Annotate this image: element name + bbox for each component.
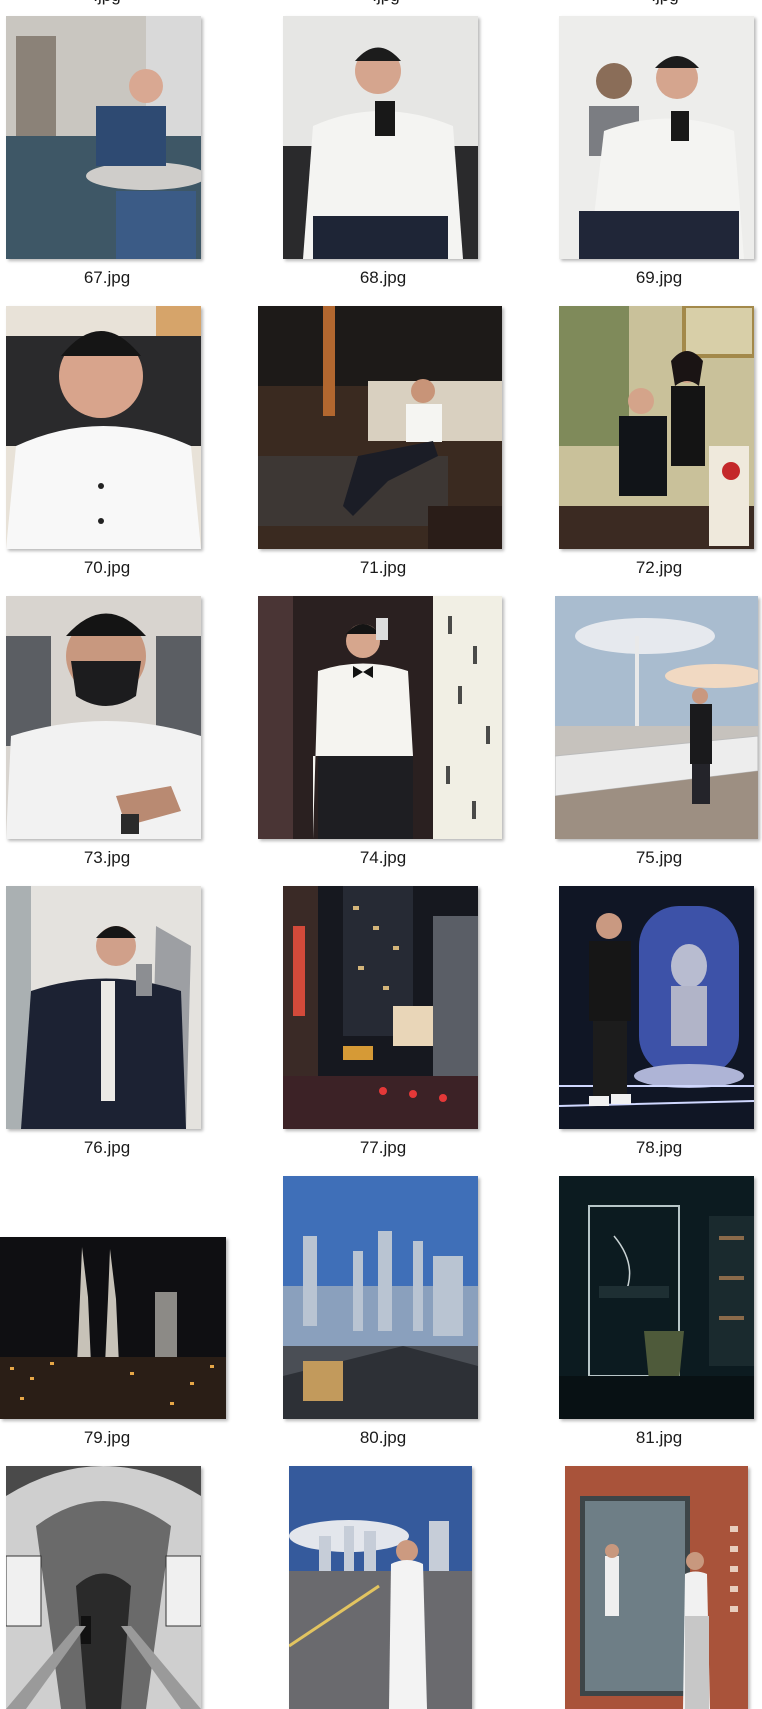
file-item-81[interactable]: 81.jpg: [552, 1160, 762, 1450]
file-name-68: 68.jpg: [359, 268, 407, 287]
file-name-80: 80.jpg: [359, 1428, 407, 1447]
thumbnail-82[interactable]: [6, 1466, 201, 1709]
file-item-75[interactable]: 75.jpg: [552, 580, 762, 870]
mirror-selfie-white-shirt: [283, 16, 478, 259]
thumbnail-77[interactable]: [283, 886, 478, 1129]
file-item-70[interactable]: 70.jpg: [0, 290, 215, 580]
file-item-82[interactable]: [0, 1450, 215, 1709]
lobby-sofa-photo: [258, 306, 502, 549]
thumbnail-71[interactable]: [258, 306, 502, 549]
file-name-67: 67.jpg: [83, 268, 131, 287]
file-item-67[interactable]: .jpg 67.jpg: [0, 0, 215, 290]
city-skyline-day: [283, 1176, 478, 1419]
dark-circles-cafe: [559, 1176, 754, 1419]
file-item-78[interactable]: 78.jpg: [552, 870, 762, 1160]
file-item-73[interactable]: 73.jpg: [0, 580, 215, 870]
previous-row-caption-fragment: .jpg: [17, 0, 197, 6]
file-name-72: 72.jpg: [635, 558, 683, 577]
file-name-69: 69.jpg: [635, 268, 683, 287]
night-city-street: [283, 886, 478, 1129]
file-name-79: 79.jpg: [83, 1428, 131, 1447]
road-skyline-photo: [289, 1466, 472, 1709]
cafe-selfie-photo: [6, 16, 201, 259]
file-item-80[interactable]: 80.jpg: [276, 1160, 491, 1450]
file-item-71[interactable]: 71.jpg: [252, 290, 512, 580]
masked-selfie-train: [6, 596, 201, 839]
previous-row-caption-fragment: .jpg: [575, 0, 755, 6]
file-name-77: 77.jpg: [359, 1138, 407, 1157]
thumbnail-83[interactable]: [289, 1466, 472, 1709]
thumbnail-69[interactable]: [559, 16, 754, 259]
thumbnail-73[interactable]: [6, 596, 201, 839]
file-item-69[interactable]: .jpg 69.jpg: [552, 0, 762, 290]
thumbnail-80[interactable]: [283, 1176, 478, 1419]
file-thumbnail-grid: .jpg 67.jpg .jpg: [0, 0, 762, 1709]
file-item-79[interactable]: 79.jpg: [0, 1160, 226, 1450]
file-name-74: 74.jpg: [359, 848, 407, 867]
bowtie-mirror-selfie: [258, 596, 502, 839]
waterfront-photo: [555, 596, 758, 839]
thumbnail-68[interactable]: [283, 16, 478, 259]
file-name-70: 70.jpg: [83, 558, 131, 577]
file-item-72[interactable]: 72.jpg: [552, 290, 762, 580]
thumbnail-84[interactable]: [565, 1466, 748, 1709]
thumbnail-78[interactable]: [559, 886, 754, 1129]
thumbnail-72[interactable]: [559, 306, 754, 549]
file-item-68[interactable]: .jpg 68.jpg: [276, 0, 491, 290]
twin-towers-night: [0, 1237, 226, 1419]
file-name-71: 71.jpg: [359, 558, 407, 577]
file-name-78: 78.jpg: [635, 1138, 683, 1157]
thumbnail-74[interactable]: [258, 596, 502, 839]
thumbnail-67[interactable]: [6, 16, 201, 259]
file-item-83[interactable]: [276, 1450, 491, 1709]
barber-chair-selfie: [559, 16, 754, 259]
office-chair-selfie: [6, 306, 201, 549]
thumbnail-76[interactable]: [6, 886, 201, 1129]
file-item-84[interactable]: [552, 1450, 762, 1709]
file-item-77[interactable]: 77.jpg: [276, 870, 491, 1160]
mewtwo-statue-photo: [559, 886, 754, 1129]
storefront-photo: [565, 1466, 748, 1709]
file-item-76[interactable]: 76.jpg: [0, 870, 215, 1160]
jacket-mirror-selfie: [6, 886, 201, 1129]
thumbnail-81[interactable]: [559, 1176, 754, 1419]
subway-tunnel-bw: [6, 1466, 201, 1709]
thumbnail-79[interactable]: [0, 1237, 226, 1419]
thumbnail-70[interactable]: [6, 306, 201, 549]
thumbnail-75[interactable]: [555, 596, 758, 839]
file-name-76: 76.jpg: [83, 1138, 131, 1157]
file-name-75: 75.jpg: [635, 848, 683, 867]
couple-formal-photo: [559, 306, 754, 549]
file-item-74[interactable]: 74.jpg: [252, 580, 512, 870]
file-name-73: 73.jpg: [83, 848, 131, 867]
file-name-81: 81.jpg: [635, 1428, 683, 1447]
previous-row-caption-fragment: .jpg: [296, 0, 476, 6]
